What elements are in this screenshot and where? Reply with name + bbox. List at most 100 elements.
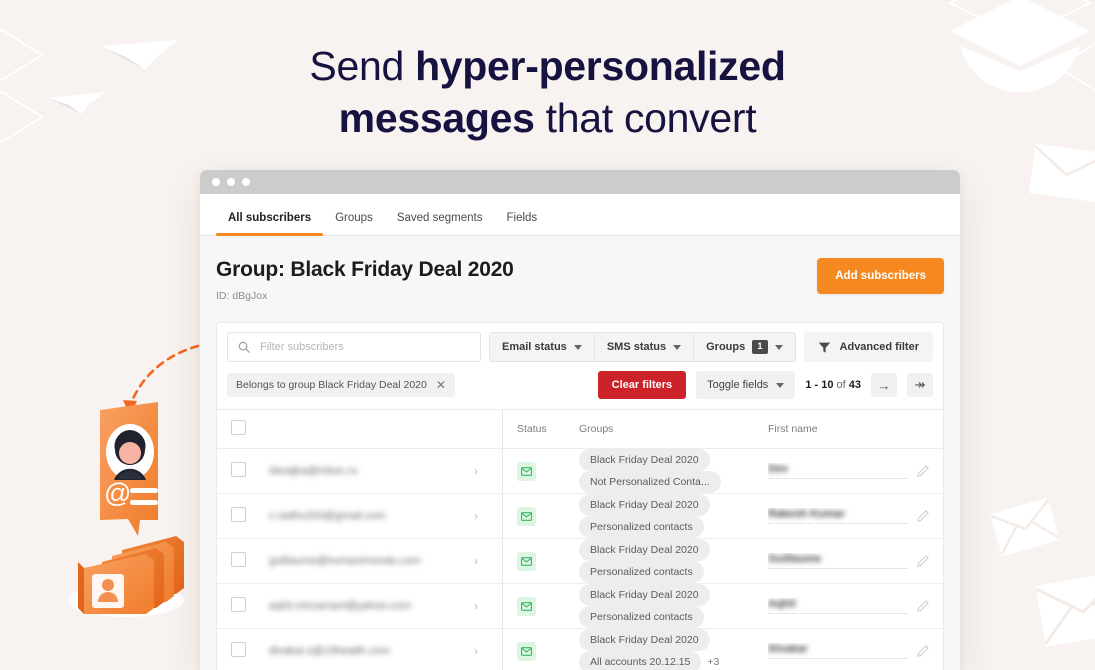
row-email-cell: davajka@inbox.ru xyxy=(269,449,474,494)
envelope-icon xyxy=(517,552,536,571)
edit-pencil-icon[interactable] xyxy=(917,555,929,567)
select-all-checkbox[interactable] xyxy=(231,420,246,435)
group-tag[interactable]: Not Personalized Conta... xyxy=(579,471,721,493)
page-header: Group: Black Friday Deal 2020 ID: dBgJox… xyxy=(216,236,944,302)
pagination-of: of xyxy=(833,379,848,391)
clear-filters-button[interactable]: Clear filters xyxy=(598,371,687,399)
subscriber-email: divakar.s@19health.com xyxy=(269,645,390,657)
row-expand-cell: › xyxy=(474,629,503,670)
table-header: Status Groups First name xyxy=(217,410,943,449)
page-title: Group: Black Friday Deal 2020 xyxy=(216,258,514,282)
group-tag[interactable]: Personalized contacts xyxy=(579,606,704,628)
table-row[interactable]: guillaume@humanimondo.com › Black Friday… xyxy=(217,539,943,584)
email-status-dropdown[interactable]: Email status xyxy=(490,333,595,361)
page-body: Group: Black Friday Deal 2020 ID: dBgJox… xyxy=(200,236,960,670)
group-tag[interactable]: All accounts 20.12.15 xyxy=(579,651,701,670)
row-checkbox[interactable] xyxy=(231,507,246,522)
table-row[interactable]: aqhil.mirzamani@yahoo.com › Black Friday… xyxy=(217,584,943,629)
window-maximize-dot[interactable] xyxy=(242,178,250,186)
subscriber-email: aqhil.mirzamani@yahoo.com xyxy=(269,600,411,612)
row-groups-cell: Black Friday Deal 2020Personalized conta… xyxy=(579,539,768,584)
sms-status-dropdown[interactable]: SMS status xyxy=(595,333,694,361)
groups-dropdown[interactable]: Groups 1 xyxy=(694,333,794,361)
row-expand-cell: › xyxy=(474,584,503,629)
pagination-current: 1 - 10 xyxy=(805,379,833,391)
window-minimize-dot[interactable] xyxy=(227,178,235,186)
table-row[interactable]: c.radhu333@gmail.com › Black Friday Deal… xyxy=(217,494,943,539)
row-first-name-cell: Rakesh Kumar xyxy=(768,494,943,539)
subscribers-panel: Email status SMS status Groups 1 xyxy=(216,322,944,670)
svg-text:@: @ xyxy=(104,478,131,508)
row-email-cell: guillaume@humanimondo.com xyxy=(269,539,474,584)
table-row[interactable]: divakar.s@19health.com › Black Friday De… xyxy=(217,629,943,670)
headline-line-2: messages that convert xyxy=(0,92,1095,144)
tab-fields[interactable]: Fields xyxy=(494,212,549,235)
row-checkbox[interactable] xyxy=(231,552,246,567)
chevron-right-icon[interactable]: › xyxy=(474,509,478,523)
window-close-dot[interactable] xyxy=(212,178,220,186)
edit-pencil-icon[interactable] xyxy=(917,510,929,522)
row-first-name-cell: Aqhil xyxy=(768,584,943,629)
extra-groups-count[interactable]: +3 xyxy=(707,656,719,668)
chevron-right-icon[interactable]: › xyxy=(474,599,478,613)
edit-pencil-icon[interactable] xyxy=(917,600,929,612)
page-title-block: Group: Black Friday Deal 2020 ID: dBgJox xyxy=(216,258,514,302)
add-subscribers-button[interactable]: Add subscribers xyxy=(817,258,944,294)
group-tag[interactable]: Black Friday Deal 2020 xyxy=(579,449,710,471)
subscriber-email: guillaume@humanimondo.com xyxy=(269,555,421,567)
window-titlebar xyxy=(200,170,960,194)
row-email-cell: c.radhu333@gmail.com xyxy=(269,494,474,539)
chevron-down-icon xyxy=(574,345,582,350)
group-tag[interactable]: Personalized contacts xyxy=(579,516,704,538)
email-status-label: Email status xyxy=(502,341,567,353)
tab-groups[interactable]: Groups xyxy=(323,212,385,235)
app-window: All subscribers Groups Saved segments Fi… xyxy=(200,170,960,670)
advanced-filter-button[interactable]: Advanced filter xyxy=(804,332,933,362)
group-tag[interactable]: Black Friday Deal 2020 xyxy=(579,629,710,651)
edit-pencil-icon[interactable] xyxy=(917,645,929,657)
chevron-right-icon[interactable]: › xyxy=(474,644,478,658)
group-tag[interactable]: Black Friday Deal 2020 xyxy=(579,584,710,606)
tab-all-subscribers[interactable]: All subscribers xyxy=(216,212,323,235)
group-tag[interactable]: Black Friday Deal 2020 xyxy=(579,539,710,561)
last-page-button[interactable]: ↠ xyxy=(907,373,933,397)
close-icon[interactable]: ✕ xyxy=(436,379,446,391)
subscriber-email: davajka@inbox.ru xyxy=(269,465,357,477)
header-groups: Groups xyxy=(579,410,768,449)
search-icon xyxy=(238,341,250,353)
row-checkbox[interactable] xyxy=(231,642,246,657)
groups-count-badge: 1 xyxy=(752,340,767,354)
chevron-right-icon[interactable]: › xyxy=(474,554,478,568)
edit-pencil-icon[interactable] xyxy=(917,465,929,477)
search-input[interactable] xyxy=(258,340,470,354)
first-name-value-wrap: Rakesh Kumar xyxy=(768,508,907,524)
header-select-all xyxy=(217,410,269,449)
row-select-cell xyxy=(217,494,269,539)
active-filters-toolbar: Belongs to group Black Friday Deal 2020 … xyxy=(217,371,943,409)
search-field-wrapper[interactable] xyxy=(227,332,481,362)
row-checkbox[interactable] xyxy=(231,597,246,612)
envelope-icon xyxy=(517,462,536,481)
next-page-button[interactable]: → xyxy=(871,373,897,397)
subscriber-first-name: Guillaume xyxy=(768,553,821,565)
chevron-down-icon xyxy=(776,383,784,388)
headline-bold-1: hyper-personalized xyxy=(415,43,786,89)
subscriber-first-name: Divakar xyxy=(768,643,808,655)
row-email-cell: divakar.s@19health.com xyxy=(269,629,474,670)
row-status-cell xyxy=(503,494,580,539)
subscriber-first-name: Rakesh Kumar xyxy=(768,508,845,520)
table-row[interactable]: davajka@inbox.ru › Black Friday Deal 202… xyxy=(217,449,943,494)
status-filter-group: Email status SMS status Groups 1 xyxy=(489,332,796,362)
header-expand xyxy=(474,410,503,449)
active-filter-chip[interactable]: Belongs to group Black Friday Deal 2020 … xyxy=(227,373,455,397)
chevron-right-icon[interactable]: › xyxy=(474,464,478,478)
row-select-cell xyxy=(217,629,269,670)
row-checkbox[interactable] xyxy=(231,462,246,477)
row-email-cell: aqhil.mirzamani@yahoo.com xyxy=(269,584,474,629)
group-tag[interactable]: Black Friday Deal 2020 xyxy=(579,494,710,516)
headline-bold-2: messages xyxy=(339,95,535,141)
group-tag[interactable]: Personalized contacts xyxy=(579,561,704,583)
tab-saved-segments[interactable]: Saved segments xyxy=(385,212,495,235)
subscribers-table: Status Groups First name davajka@inbox.r… xyxy=(217,409,943,670)
toggle-fields-button[interactable]: Toggle fields xyxy=(696,371,795,399)
